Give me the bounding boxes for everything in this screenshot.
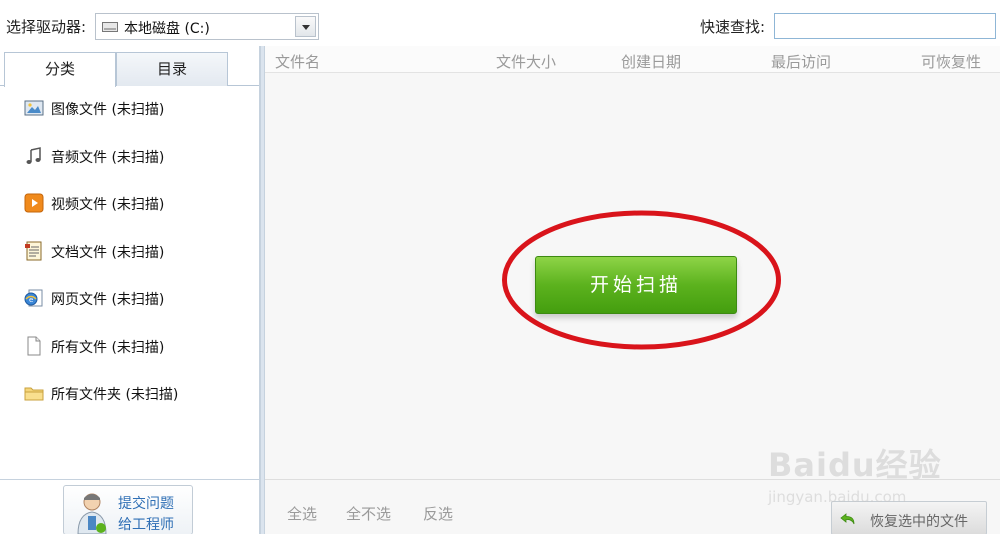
left-footer: 提交问题 给工程师 [0,479,259,534]
image-icon [24,100,44,116]
document-icon [25,241,42,260]
quick-search-input[interactable] [774,13,996,39]
category-item-images[interactable]: 图像文件 (未扫描) [0,90,259,138]
select-none-link[interactable]: 全不选 [346,503,391,524]
column-header-size[interactable]: 文件大小 [496,51,556,72]
video-play-icon [24,193,44,213]
category-label: 音频文件 (未扫描) [51,149,165,166]
watermark-logo: Baidu经验 [768,446,942,484]
tab-category[interactable]: 分类 [4,52,116,87]
svg-text:e: e [29,296,33,304]
start-scan-button[interactable]: 开始扫描 [535,256,737,314]
engineer-avatar-icon [77,493,107,534]
file-list-header: 文件名 文件大小 创建日期 最后访问 可恢复性 [265,46,1000,73]
drive-select[interactable]: 本地磁盘 (C:) [95,13,319,40]
category-item-all-files[interactable]: 所有文件 (未扫描) [0,328,259,376]
quick-search-label: 快速查找: [700,18,766,36]
category-item-webpages[interactable]: e 网页文件 (未扫描) [0,280,259,328]
drive-select-value: 本地磁盘 (C:) [124,21,210,37]
folder-icon [24,387,44,401]
column-header-last-access[interactable]: 最后访问 [771,51,831,72]
dropdown-arrow-icon[interactable] [295,16,316,37]
category-label: 所有文件夹 (未扫描) [51,387,179,403]
column-header-name[interactable]: 文件名 [275,51,320,72]
scan-area: 开始扫描 [500,208,783,352]
tab-bar: 分类 目录 [0,50,259,87]
column-header-created[interactable]: 创建日期 [621,51,681,72]
category-label: 图像文件 (未扫描) [51,102,165,118]
baidu-jingyan-watermark: Baidu经验 jingyan.baidu.com [768,440,968,510]
category-label: 所有文件 (未扫描) [51,339,165,356]
tab-directory[interactable]: 目录 [116,52,228,86]
invert-selection-link[interactable]: 反选 [423,503,453,524]
undo-arrow-icon [840,513,855,525]
category-item-all-folders[interactable]: 所有文件夹 (未扫描) [0,375,259,423]
submit-issue-button[interactable]: 提交问题 给工程师 [63,485,193,534]
restore-selected-label: 恢复选中的文件 [870,514,968,530]
submit-issue-line1: 提交问题 [118,496,174,512]
category-label: 文档文件 (未扫描) [51,244,165,261]
toolbar: 选择驱动器: 本地磁盘 (C:) 快速查找: [0,0,1000,46]
submit-issue-line2: 给工程师 [118,517,174,533]
category-item-video[interactable]: 视频文件 (未扫描) [0,185,259,233]
category-label: 视频文件 (未扫描) [51,197,165,213]
watermark-url: jingyan.baidu.com [768,488,907,506]
music-note-icon [26,146,41,164]
column-header-recoverability[interactable]: 可恢复性 [921,51,981,72]
drive-selector-label: 选择驱动器: [6,18,87,36]
category-item-documents[interactable]: 文档文件 (未扫描) [0,233,259,281]
category-list: 图像文件 (未扫描) 音频文件 (未扫描) 视频文件 (未扫描) 文档文件 (未… [0,90,259,423]
left-panel: 分类 目录 图像文件 (未扫描) 音频文件 (未扫描) 视频文件 (未扫描) 文… [0,46,260,534]
category-label: 网页文件 (未扫描) [51,292,165,308]
category-item-audio[interactable]: 音频文件 (未扫描) [0,138,259,186]
web-page-icon: e [24,289,43,307]
file-icon [27,336,41,355]
select-all-link[interactable]: 全选 [287,503,317,524]
hard-disk-icon [102,22,118,32]
